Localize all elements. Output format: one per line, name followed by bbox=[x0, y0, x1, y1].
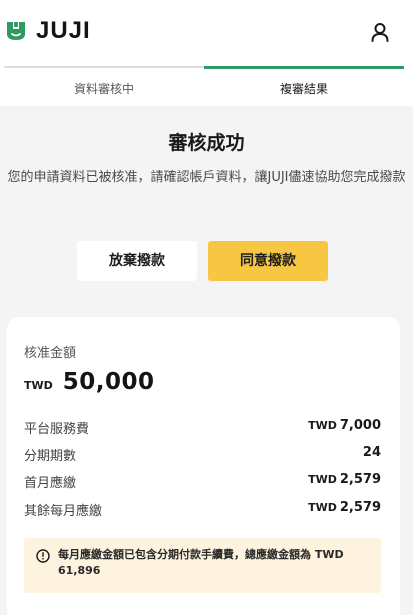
payment-notice: 每月應繳金額已包含分期付款手續費，總應繳金額為 TWD 61,896 bbox=[24, 538, 381, 593]
fee-row: 平台服務費 TWD 7,000 bbox=[24, 418, 381, 438]
row-value: 24 bbox=[362, 445, 381, 460]
brand-name: JUJI bbox=[36, 17, 91, 44]
result-title: 審核成功 bbox=[168, 132, 245, 154]
row-value: TWD 2,579 bbox=[308, 500, 381, 515]
status-tabs: 資料審核中 複審結果 bbox=[0, 66, 413, 106]
notice-text: 每月應繳金額已包含分期付款手續費，總應繳金額為 TWD 61,896 bbox=[58, 548, 344, 577]
row-value: TWD 7,000 bbox=[308, 418, 381, 433]
row-label: 其餘每月應繳 bbox=[24, 504, 103, 519]
row-label: 分期期數 bbox=[24, 449, 77, 464]
user-icon[interactable] bbox=[369, 21, 391, 43]
loan-summary-card: 核准金額 TWD 50,000 平台服務費 TWD 7,000 分期期數 24 首月… bbox=[7, 317, 400, 615]
app-header: JUJI bbox=[0, 0, 413, 66]
approved-amount-label: 核准金額 bbox=[24, 346, 77, 361]
row-label: 平台服務費 bbox=[24, 422, 90, 437]
row-value: TWD 2,579 bbox=[308, 472, 381, 487]
first-payment-row: 首月應繳 TWD 2,579 bbox=[24, 472, 381, 492]
juji-logo-icon bbox=[7, 22, 25, 40]
result-description: 您的申請資料已被核准，請確認帳戶資料，讓JUJI儘速協助您完成撥款 bbox=[7, 170, 406, 185]
reject-disbursement-button[interactable]: 放棄撥款 bbox=[77, 241, 197, 281]
approved-amount: TWD 50,000 bbox=[24, 369, 155, 395]
approved-amount-currency: TWD bbox=[24, 379, 53, 392]
accept-disbursement-button[interactable]: 同意撥款 bbox=[208, 241, 328, 281]
info-icon bbox=[36, 549, 50, 563]
row-label: 首月應繳 bbox=[24, 476, 77, 491]
approved-amount-value: 50,000 bbox=[62, 369, 155, 395]
monthly-payment-row: 其餘每月應繳 TWD 2,579 bbox=[24, 500, 381, 520]
brand-logo[interactable]: JUJI bbox=[4, 19, 91, 43]
installments-row: 分期期數 24 bbox=[24, 445, 381, 465]
tab-review-in-progress[interactable]: 資料審核中 bbox=[4, 66, 204, 106]
tab-review-result[interactable]: 複審結果 bbox=[204, 66, 404, 106]
